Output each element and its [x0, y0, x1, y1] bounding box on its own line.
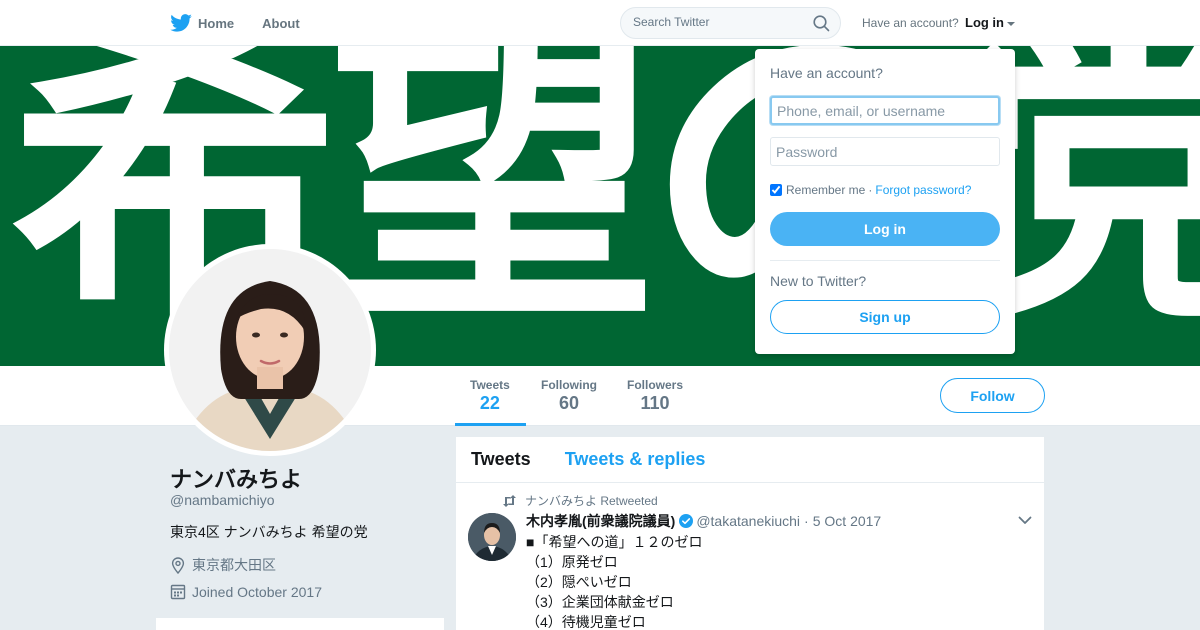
login-button[interactable]: Log in	[770, 212, 1000, 246]
twitter-bird-icon	[170, 14, 192, 32]
remember-me-checkbox[interactable]	[770, 184, 782, 196]
follow-button[interactable]: Follow	[940, 378, 1045, 413]
sidebar-card	[156, 618, 444, 630]
avatar-photo	[169, 249, 371, 451]
tweet-date[interactable]: 5 Oct 2017	[813, 513, 882, 529]
nav-left: Home About	[170, 0, 328, 46]
timeline-tabs: Tweets Tweets & replies	[456, 437, 1044, 483]
chevron-down-icon[interactable]	[1018, 515, 1032, 525]
tweet-separator: ·	[804, 513, 809, 529]
login-menu-label: Log in	[965, 15, 1004, 30]
avatar[interactable]	[164, 244, 376, 456]
stat-following-value: 60	[558, 393, 580, 413]
tweet-line: （4）待機児童ゼロ	[526, 614, 646, 630]
tweet-line: （2）隠ぺいゼロ	[526, 574, 632, 590]
nav-about-label: About	[262, 15, 300, 31]
search-input[interactable]	[633, 15, 803, 29]
retweet-icon	[503, 494, 516, 507]
profile-bio: 東京4区 ナンバみちよ 希望の党	[170, 524, 368, 540]
nav-home[interactable]: Home	[170, 14, 234, 32]
profile-joined-text: Joined October 2017	[192, 583, 322, 600]
stat-tweets[interactable]: Tweets 22	[470, 378, 510, 414]
caret-down-icon	[1007, 21, 1015, 26]
active-stat-underline	[455, 423, 526, 426]
tweet-header: 木内孝胤(前衆議院議員) @takatanekiuchi · 5 Oct 201…	[526, 511, 881, 531]
stat-tweets-value: 22	[479, 393, 500, 413]
stat-followers[interactable]: Followers 110	[627, 378, 683, 414]
retweet-context-text: ナンバみちよ Retweeted	[525, 494, 658, 508]
signup-button[interactable]: Sign up	[770, 300, 1000, 334]
tweet-line: （1）原発ゼロ	[526, 554, 618, 570]
remember-me-label[interactable]: Remember me	[786, 183, 865, 197]
search-box	[620, 7, 841, 39]
nav-home-label: Home	[198, 15, 235, 31]
location-icon	[171, 556, 185, 574]
tab-tweets-and-replies[interactable]: Tweets & replies	[565, 449, 706, 470]
profile-joined: Joined October 2017	[170, 583, 322, 600]
profile-location-text: 東京都大田区	[192, 557, 276, 573]
password-field[interactable]	[770, 137, 1000, 166]
tweet-author-handle[interactable]: @takatanekiuchi	[696, 513, 800, 529]
profile-name[interactable]: ナンバみちよ	[170, 462, 302, 494]
stat-tweets-label: Tweets	[470, 378, 510, 392]
top-nav: Home About Have an account? Log in	[0, 0, 1200, 46]
profile-location: 東京都大田区	[170, 555, 276, 575]
tweet-author-portrait	[468, 513, 516, 561]
remember-separator: ·	[868, 183, 873, 197]
tweet-line: ■「希望への道」１２のゼロ	[526, 534, 703, 550]
calendar-icon	[170, 584, 186, 600]
new-to-twitter-text: New to Twitter?	[770, 273, 867, 289]
nav-about[interactable]: About	[262, 16, 300, 31]
stat-followers-value: 110	[640, 393, 670, 413]
retweet-context: ナンバみちよ Retweeted	[502, 492, 658, 509]
forgot-password-link[interactable]: Forgot password?	[875, 183, 971, 197]
login-dropdown: Have an account? Remember me · Forgot pa…	[755, 49, 1015, 354]
login-dropdown-heading: Have an account?	[770, 65, 883, 81]
profile-handle[interactable]: @nambamichiyo	[170, 492, 274, 508]
login-menu-button[interactable]: Log in	[965, 15, 1015, 30]
username-field[interactable]	[770, 96, 1000, 125]
dropdown-divider	[770, 260, 1000, 261]
stat-following[interactable]: Following 60	[541, 378, 597, 414]
tab-tweets[interactable]: Tweets	[471, 449, 531, 470]
avatar-portrait	[169, 249, 371, 451]
stat-following-label: Following	[541, 378, 597, 392]
verified-icon	[679, 514, 694, 528]
have-account-text: Have an account?	[862, 16, 959, 30]
tweet-text: ■「希望への道」１２のゼロ （1）原発ゼロ （2）隠ぺいゼロ （3）企業団体献金…	[526, 532, 702, 630]
stat-followers-label: Followers	[627, 378, 684, 392]
tweet-author-name[interactable]: 木内孝胤(前衆議院議員)	[526, 511, 675, 531]
remember-row: Remember me · Forgot password?	[770, 183, 971, 197]
search-icon[interactable]	[813, 15, 830, 32]
tweet-line: （3）企業団体献金ゼロ	[526, 594, 674, 610]
tweet-author-avatar[interactable]	[468, 513, 516, 561]
timeline: Tweets Tweets & replies ナンバみちよ Retweeted…	[456, 437, 1044, 630]
